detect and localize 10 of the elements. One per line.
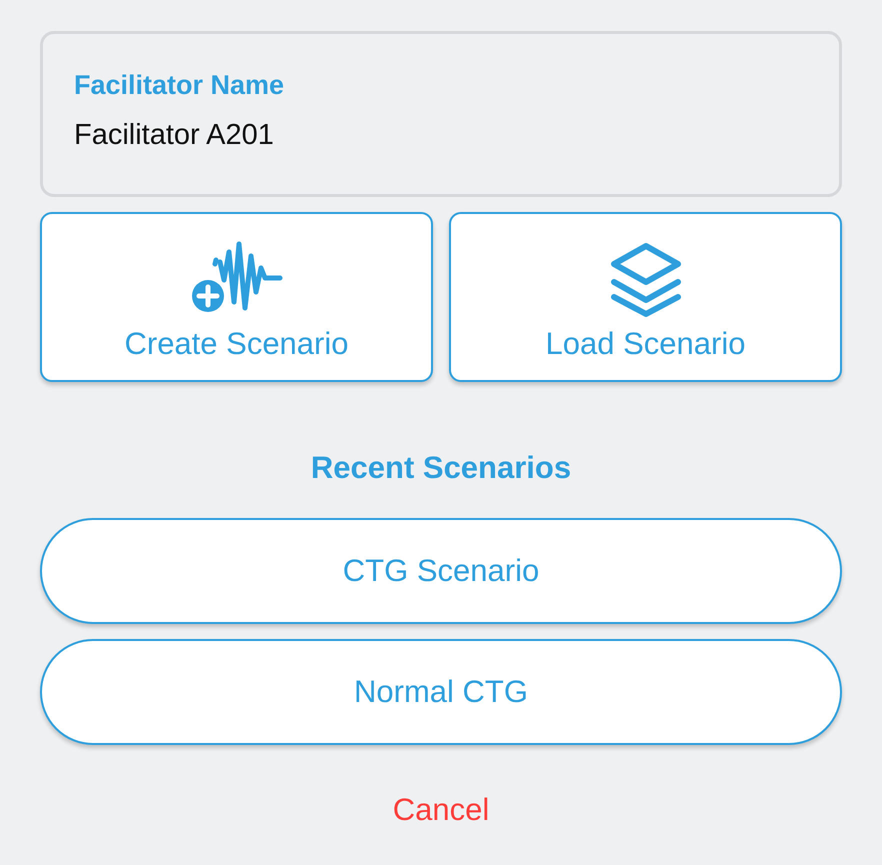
create-scenario-button[interactable]: Create Scenario: [40, 212, 433, 382]
name-input[interactable]: Facilitator A201: [74, 119, 808, 152]
recent-scenario-button[interactable]: Normal CTG: [40, 639, 842, 745]
load-scenario-button[interactable]: Load Scenario: [449, 212, 842, 382]
section-heading: Recent Scenarios: [310, 450, 572, 486]
cancel-button[interactable]: Cancel: [386, 791, 496, 829]
recent-scenario-button[interactable]: CTG Scenario: [40, 518, 842, 624]
field-label: Facilitator Name: [74, 70, 284, 101]
name-field[interactable]: Facilitator Name Facilitator A201: [40, 31, 842, 197]
layers-icon: [608, 242, 682, 318]
